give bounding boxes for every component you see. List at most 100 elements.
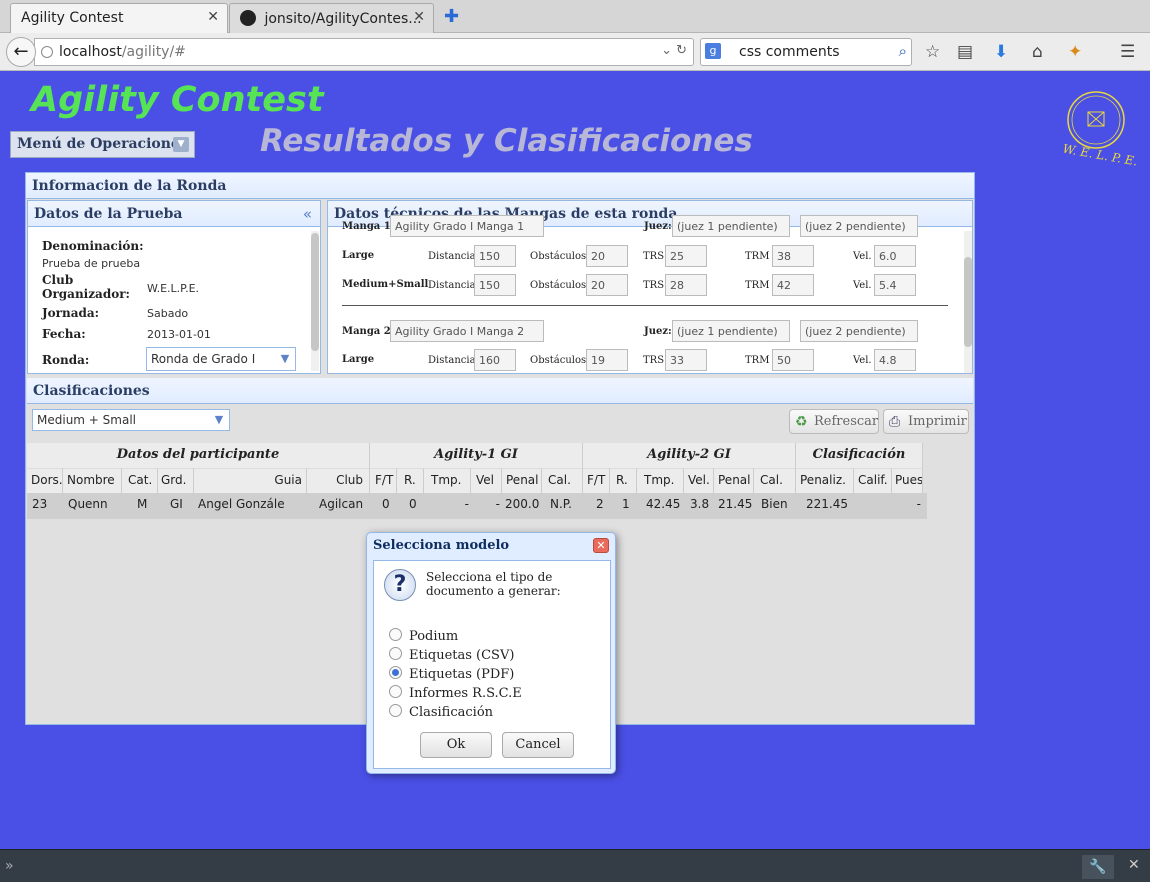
column-header[interactable]: F/T (370, 468, 397, 493)
manga2-juez1-field[interactable]: (juez 1 pendiente) (672, 320, 790, 342)
url-bar[interactable]: localhost/agility/# ⌄ ↻ (34, 38, 694, 66)
collapse-icon[interactable]: « (303, 205, 312, 223)
tab-github[interactable]: jonsito/AgilityContes... ✕ (229, 3, 434, 33)
menu-icon[interactable]: ☰ (1120, 42, 1135, 62)
column-header[interactable]: R. (397, 468, 424, 493)
group-header: Datos del participante (27, 443, 370, 468)
close-tab-icon[interactable]: ✕ (207, 9, 219, 25)
column-header[interactable]: Dors. (27, 468, 63, 493)
column-header[interactable]: Tmp. (637, 468, 684, 493)
option-etiquetas-pdf[interactable]: Etiquetas (PDF) (389, 666, 514, 682)
column-header[interactable]: Guia (194, 468, 307, 493)
trm-field[interactable]: 50 (772, 349, 814, 371)
distancia-field[interactable]: 150 (474, 274, 516, 296)
column-header[interactable]: Cal. (542, 468, 583, 493)
category-select[interactable]: Medium + Small ▼ (32, 409, 230, 431)
print-button[interactable]: ⎙ Imprimir (883, 409, 969, 434)
column-header[interactable]: Calif. (854, 468, 892, 493)
field-label: Ronda: (42, 353, 90, 367)
radio-button[interactable] (389, 628, 402, 641)
column-header[interactable]: Penal (714, 468, 754, 493)
column-header[interactable]: Penal (502, 468, 542, 493)
trm-field[interactable]: 38 (772, 245, 814, 267)
trs-field[interactable]: 28 (665, 274, 707, 296)
trm-field[interactable]: 42 (772, 274, 814, 296)
browser-navbar: localhost/agility/# ⌄ ↻ ← g css comments… (0, 33, 1150, 71)
new-tab-button[interactable]: ✚ (444, 6, 459, 27)
trs-field[interactable]: 25 (665, 245, 707, 267)
close-icon[interactable]: ✕ (593, 538, 609, 553)
cat-label: Medium+Small (342, 279, 429, 290)
select-model-dialog: Selecciona modelo ✕ ? Selecciona el tipo… (366, 532, 616, 774)
scrollbar[interactable] (964, 231, 972, 373)
distancia-field[interactable]: 150 (474, 245, 516, 267)
option-clasificacion[interactable]: Clasificación (389, 704, 493, 720)
radio-button[interactable] (389, 685, 402, 698)
manga2-juez2-field[interactable]: (juez 2 pendiente) (800, 320, 918, 342)
distancia-label: Distancia (428, 280, 476, 291)
column-header[interactable]: Club (307, 468, 370, 493)
obstaculos-field[interactable]: 20 (586, 245, 628, 267)
operations-menu-button[interactable]: Menú de Operaciones ▼ (10, 131, 195, 158)
option-label: Podium (409, 629, 459, 644)
download-icon[interactable]: ⬇ (994, 42, 1008, 62)
reload-icon[interactable]: ⌄ ↻ (661, 43, 687, 58)
close-icon[interactable]: ✕ (1128, 857, 1140, 873)
radio-button-selected[interactable] (389, 666, 402, 679)
chevron-down-icon: ▼ (214, 413, 224, 426)
search-icon[interactable]: ⌕ (899, 42, 907, 60)
manga1-juez2-field[interactable]: (juez 2 pendiente) (800, 215, 918, 237)
column-header[interactable]: Vel. (684, 468, 714, 493)
radio-button[interactable] (389, 647, 402, 660)
tab-agility-contest[interactable]: Agility Contest ✕ (10, 3, 228, 33)
ronda-select[interactable]: Ronda de Grado I ▼ (146, 347, 296, 371)
manga2-name-field[interactable]: Agility Grado I Manga 2 (390, 320, 544, 342)
column-header[interactable]: R. (610, 468, 637, 493)
column-header[interactable]: Nombre (63, 468, 122, 493)
column-header[interactable]: Vel (471, 468, 502, 493)
vel-field[interactable]: 4.8 (874, 349, 916, 371)
obstaculos-field[interactable]: 19 (586, 349, 628, 371)
cancel-button[interactable]: Cancel (502, 732, 574, 758)
cell-tmp2: 42.45 (646, 497, 681, 511)
manga1-name-field[interactable]: Agility Grado I Manga 1 (390, 215, 544, 237)
radio-button[interactable] (389, 704, 402, 717)
field-label: Jornada: (42, 306, 100, 320)
url-path: /agility/# (121, 44, 186, 60)
obstaculos-field[interactable]: 20 (586, 274, 628, 296)
column-header[interactable]: Cat. (122, 468, 158, 493)
wrench-icon[interactable]: 🔧 (1082, 855, 1114, 879)
column-header[interactable]: Cal. (754, 468, 796, 493)
juez-label: Juez: (644, 326, 672, 337)
chevron-right-icon[interactable]: » (5, 858, 14, 874)
vel-field[interactable]: 5.4 (874, 274, 916, 296)
field-value: Sabado (147, 307, 189, 320)
column-header[interactable]: Pues (892, 468, 923, 493)
close-tab-icon[interactable]: ✕ (413, 9, 425, 25)
home-icon[interactable]: ⌂ (1032, 42, 1043, 62)
column-header[interactable]: Grd. (158, 468, 194, 493)
trm-label: TRM (745, 280, 770, 291)
reading-list-icon[interactable]: ▤ (957, 42, 973, 62)
vel-label: Vel. (853, 251, 872, 262)
back-button[interactable]: ← (6, 37, 36, 67)
column-header[interactable]: F/T (583, 468, 610, 493)
distancia-field[interactable]: 160 (474, 349, 516, 371)
scrollbar[interactable] (311, 231, 319, 371)
search-bar[interactable]: g css comments ⌕ (700, 38, 912, 66)
refresh-button[interactable]: ♻ Refrescar (789, 409, 879, 434)
option-podium[interactable]: Podium (389, 628, 458, 644)
extension-icon[interactable]: ✦ (1068, 42, 1082, 62)
trs-field[interactable]: 33 (665, 349, 707, 371)
option-etiquetas-csv[interactable]: Etiquetas (CSV) (389, 647, 514, 663)
option-label: Etiquetas (CSV) (409, 648, 515, 663)
manga1-juez1-field[interactable]: (juez 1 pendiente) (672, 215, 790, 237)
column-header[interactable]: Penaliz. (796, 468, 854, 493)
option-informes[interactable]: Informes R.S.C.E (389, 685, 522, 701)
column-header[interactable]: Tmp. (424, 468, 471, 493)
ok-button[interactable]: Ok (420, 732, 492, 758)
vel-field[interactable]: 6.0 (874, 245, 916, 267)
bookmark-star-icon[interactable]: ☆ (925, 42, 940, 62)
cell-dorsal: 23 (32, 497, 48, 511)
obstaculos-label: Obstáculos (530, 355, 587, 366)
